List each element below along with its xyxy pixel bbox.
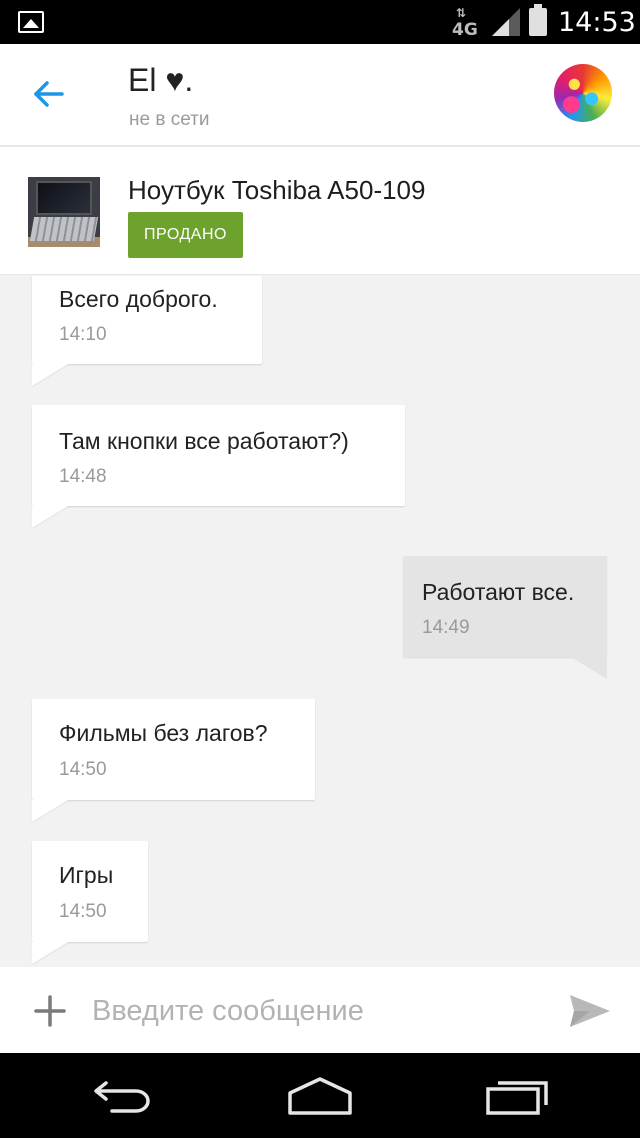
message-time: 14:48 bbox=[59, 466, 107, 487]
message-time: 14:10 bbox=[59, 324, 107, 345]
home-nav-icon[interactable] bbox=[286, 1075, 354, 1117]
message-text: Всего доброго. bbox=[59, 286, 218, 312]
back-arrow-icon[interactable] bbox=[28, 74, 68, 114]
send-icon[interactable] bbox=[568, 991, 612, 1031]
contact-status: не в сети bbox=[129, 109, 210, 130]
message-list[interactable]: Всего доброго. 14:10 Там кнопки все рабо… bbox=[0, 276, 640, 966]
message-composer bbox=[0, 967, 640, 1053]
avatar[interactable] bbox=[554, 64, 612, 122]
chat-header: El ♥. не в сети bbox=[0, 44, 640, 145]
message-time: 14:49 bbox=[422, 617, 470, 638]
contact-name[interactable]: El ♥. bbox=[128, 62, 193, 99]
listing-thumbnail bbox=[28, 177, 100, 247]
back-nav-icon[interactable] bbox=[92, 1075, 156, 1115]
message-bubble-incoming: Там кнопки все работают?) 14:48 bbox=[32, 405, 405, 506]
status-bar: ⇅ 4G 14:53 bbox=[0, 0, 640, 44]
message-bubble-incoming: Игры 14:50 bbox=[32, 841, 148, 942]
sold-badge: ПРОДАНО bbox=[128, 212, 243, 258]
recents-nav-icon[interactable] bbox=[484, 1075, 550, 1117]
system-nav-bar bbox=[0, 1053, 640, 1138]
message-input[interactable] bbox=[92, 985, 542, 1037]
laptop-keyboard-image bbox=[29, 217, 99, 241]
message-bubble-incoming: Всего доброго. 14:10 bbox=[32, 276, 262, 364]
network-type-label: 4G bbox=[452, 20, 478, 40]
data-arrows-icon: ⇅ bbox=[456, 6, 466, 20]
message-text: Игры bbox=[59, 862, 114, 888]
laptop-screen-image bbox=[36, 181, 92, 215]
message-text: Там кнопки все работают?) bbox=[59, 428, 349, 454]
message-time: 14:50 bbox=[59, 759, 107, 780]
listing-title: Ноутбук Toshiba A50-109 bbox=[128, 175, 426, 205]
message-bubble-incoming: Фильмы без лагов? 14:50 bbox=[32, 699, 315, 800]
message-bubble-outgoing: Работают все. 14:49 bbox=[403, 556, 607, 679]
plus-icon[interactable] bbox=[30, 991, 70, 1031]
message-text: Работают все. bbox=[422, 579, 575, 605]
status-clock: 14:53 bbox=[558, 7, 636, 38]
message-time: 14:50 bbox=[59, 901, 107, 922]
network-4g-icon: ⇅ 4G bbox=[452, 6, 486, 40]
signal-icon bbox=[492, 8, 520, 36]
message-text: Фильмы без лагов? bbox=[59, 720, 268, 746]
listing-card[interactable]: Ноутбук Toshiba A50-109 ПРОДАНО bbox=[0, 147, 640, 275]
battery-icon bbox=[529, 4, 547, 36]
image-notification-icon bbox=[18, 11, 44, 33]
